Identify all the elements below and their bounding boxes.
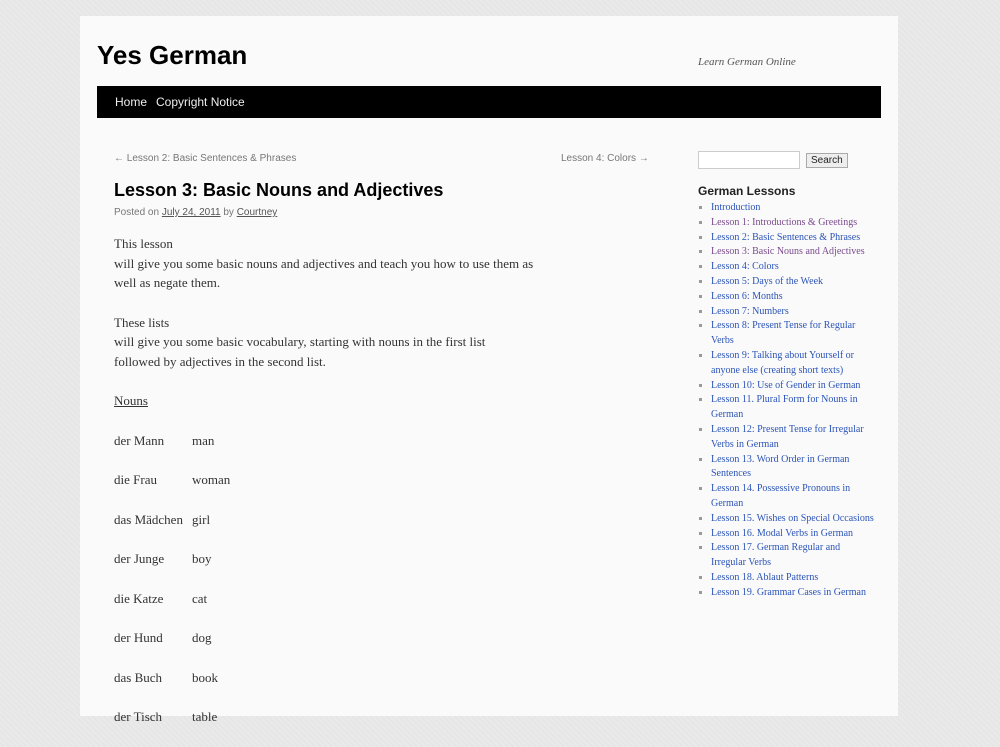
lesson-link[interactable]: Lesson 13. Word Order in German Sentence… [711,454,849,480]
lists-line: followed by adjectives in the second lis… [114,353,326,369]
noun-english: girl [192,511,211,527]
lesson-item[interactable]: Lesson 1: Introductions & Greetings [711,216,876,231]
search-button[interactable]: Search [806,153,848,168]
lesson-link[interactable]: Lesson 5: Days of the Week [711,276,823,287]
noun-row: das Buch book [114,668,584,688]
lesson-item[interactable]: Lesson 8: Present Tense for Regular Verb… [711,319,876,349]
lesson-link[interactable]: Lesson 3: Basic Nouns and Adjectives [711,246,865,257]
noun-english: boy [192,551,212,566]
lesson-item[interactable]: Lesson 3: Basic Nouns and Adjectives [711,245,876,260]
menu-item-home[interactable]: Home [97,95,156,109]
lesson-link[interactable]: Lesson 14. Possessive Pronouns in German [711,483,850,509]
intro-paragraph: This lesson will give you some basic nou… [114,234,584,293]
lesson-item[interactable]: Lesson 7: Numbers [711,305,876,320]
site-description: Learn German Online [698,56,796,68]
lesson-item[interactable]: Lesson 17. German Regular and Irregular … [711,541,876,571]
post-title[interactable]: Lesson 3: Basic Nouns and Adjectives [114,180,443,201]
meta-by: by [223,207,234,218]
noun-german: der Junge [114,551,165,566]
intro-line: well as negate them. [114,275,221,290]
next-post-link[interactable]: Lesson 4: Colors → [561,153,649,164]
noun-german: der Mann [114,432,165,448]
main-menu: Home Copyright Notice [97,86,881,118]
post-meta: Posted on July 24, 2011 by Courtney [114,207,277,218]
noun-german: die Katze [114,590,164,606]
lesson-link[interactable]: Lesson 18. Ablaut Patterns [711,572,818,583]
search-input[interactable] [698,151,800,169]
noun-row: der Tisch table [114,707,584,727]
lesson-link[interactable]: Lesson 17. German Regular and Irregular … [711,542,840,568]
lesson-link[interactable]: Introduction [711,202,760,213]
noun-english: woman [192,472,231,487]
lists-line: will give you some basic vocabulary, sta… [114,334,486,349]
lesson-item[interactable]: Lesson 14. Possessive Pronouns in German [711,482,876,512]
lesson-link[interactable]: Lesson 16. Modal Verbs in German [711,528,853,539]
lesson-item[interactable]: Lesson 15. Wishes on Special Occasions [711,512,876,527]
lesson-link[interactable]: Lesson 8: Present Tense for Regular Verb… [711,320,855,346]
noun-english: cat [192,590,208,606]
lesson-list: Introduction Lesson 1: Introductions & G… [698,201,876,601]
noun-row: das Mädchen girl [114,510,584,530]
lesson-item[interactable]: Lesson 2: Basic Sentences & Phrases [711,231,876,246]
previous-post-link[interactable]: ← Lesson 2: Basic Sentences & Phrases [114,153,296,164]
intro-line: will give you some basic nouns and adjec… [114,255,534,271]
noun-german: der Hund [114,630,163,645]
site-title[interactable]: Yes German [97,40,247,71]
lesson-link[interactable]: Lesson 10: Use of Gender in German [711,380,860,391]
lists-line: These lists [114,314,170,330]
intro-line: This lesson [114,236,173,251]
lesson-link[interactable]: Lesson 11. Plural Form for Nouns in Germ… [711,394,858,420]
lesson-link[interactable]: Lesson 12: Present Tense for Irregular V… [711,424,864,450]
lesson-link[interactable]: Lesson 6: Months [711,291,783,302]
noun-row: der Hund dog [114,628,584,648]
noun-german: das Buch [114,669,163,685]
lesson-item[interactable]: Introduction [711,201,876,216]
lesson-item[interactable]: Lesson 9: Talking about Yourself or anyo… [711,349,876,379]
lesson-link[interactable]: Lesson 1: Introductions & Greetings [711,217,857,228]
lesson-link[interactable]: Lesson 4: Colors [711,261,779,272]
nouns-heading: Nouns [114,393,148,408]
lesson-link[interactable]: Lesson 2: Basic Sentences & Phrases [711,232,860,243]
lesson-item[interactable]: Lesson 11. Plural Form for Nouns in Germ… [711,393,876,423]
noun-row: die Katze cat [114,589,584,609]
noun-german: die Frau [114,472,157,487]
lesson-item[interactable]: Lesson 6: Months [711,290,876,305]
lesson-link[interactable]: Lesson 19. Grammar Cases in German [711,587,866,598]
noun-row: der Mann man [114,431,584,451]
author-link[interactable]: Courtney [237,207,278,218]
post-content: This lesson will give you some basic nou… [114,234,584,747]
noun-english: table [192,709,218,724]
lesson-item[interactable]: Lesson 10: Use of Gender in German [711,379,876,394]
lesson-item[interactable]: Lesson 16. Modal Verbs in German [711,527,876,542]
lesson-item[interactable]: Lesson 19. Grammar Cases in German [711,586,876,601]
noun-german: der Tisch [114,709,163,724]
lesson-item[interactable]: Lesson 5: Days of the Week [711,275,876,290]
meta-prefix: Posted on [114,207,160,218]
post-date-link[interactable]: July 24, 2011 [162,207,221,218]
noun-german: das Mädchen [114,511,183,527]
noun-row: der Junge boy [114,549,584,569]
lesson-link[interactable]: Lesson 9: Talking about Yourself or anyo… [711,350,854,376]
lesson-item[interactable]: Lesson 4: Colors [711,260,876,275]
noun-english: man [192,432,215,448]
noun-english: dog [192,630,212,645]
lesson-item[interactable]: Lesson 13. Word Order in German Sentence… [711,453,876,483]
lists-paragraph: These lists will give you some basic voc… [114,313,584,372]
lesson-link[interactable]: Lesson 15. Wishes on Special Occasions [711,513,874,524]
menu-item-copyright[interactable]: Copyright Notice [156,95,254,109]
german-lessons-title: German Lessons [698,184,796,198]
page-wrapper: Yes German Learn German Online Home Copy… [80,16,898,724]
noun-english: book [192,669,218,685]
lesson-item[interactable]: Lesson 18. Ablaut Patterns [711,571,876,586]
noun-row: die Frau woman [114,470,584,490]
lesson-link[interactable]: Lesson 7: Numbers [711,306,789,317]
lesson-item[interactable]: Lesson 12: Present Tense for Irregular V… [711,423,876,453]
